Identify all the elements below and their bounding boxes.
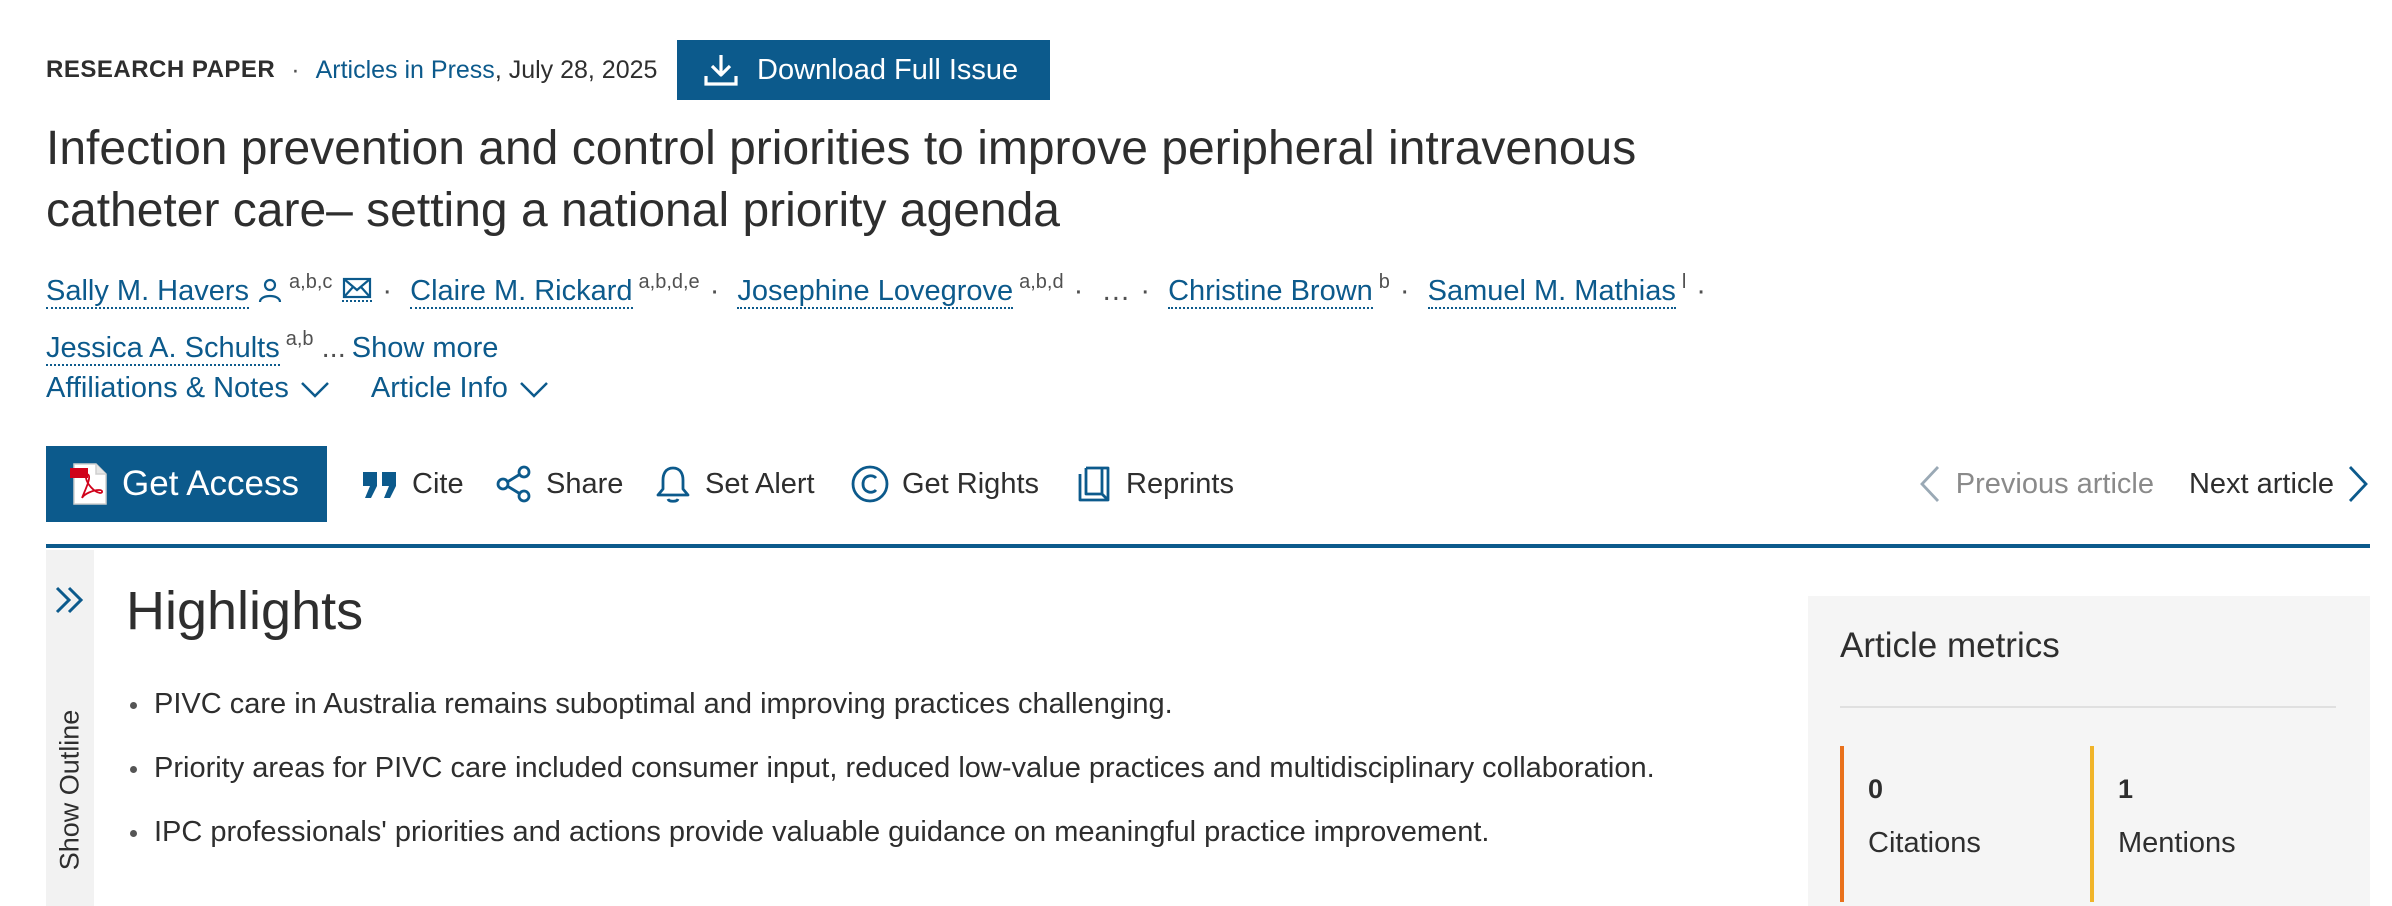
toolbar-divider bbox=[46, 544, 2370, 548]
author-link[interactable]: Josephine Lovegrove bbox=[737, 275, 1014, 309]
download-full-issue-label: Download Full Issue bbox=[757, 53, 1019, 86]
next-article-link[interactable]: Next article bbox=[2189, 446, 2370, 522]
author-affiliation: a,b bbox=[285, 328, 314, 350]
citations-metric[interactable]: 0 Citations bbox=[1840, 746, 2080, 902]
next-article-label: Next article bbox=[2188, 467, 2334, 500]
author-affiliation: b bbox=[1378, 271, 1390, 293]
quote-icon bbox=[363, 472, 396, 498]
publication-date: , July 28, 2025 bbox=[494, 55, 658, 84]
highlights-list: PIVC care in Australia remains suboptima… bbox=[126, 680, 1766, 872]
author-link[interactable]: Jessica A. Schults bbox=[46, 332, 280, 366]
mail-icon[interactable] bbox=[342, 276, 373, 302]
citations-count: 0 bbox=[1868, 774, 1884, 804]
reprints-label: Reprints bbox=[1126, 467, 1234, 500]
author-separator: · bbox=[709, 275, 720, 307]
authors-trailing-ellipsis: ... bbox=[321, 332, 346, 364]
author-list: Sally M. Havers a,b,c · Claire M. Rickard a… bbox=[46, 258, 1766, 372]
articles-in-press-link[interactable]: Articles in Press bbox=[316, 56, 495, 85]
chevron-down-icon bbox=[519, 381, 548, 398]
list-item: PIVC care in Australia remains suboptima… bbox=[126, 680, 1766, 744]
highlights-heading: Highlights bbox=[126, 581, 364, 641]
chevron-right-icon bbox=[2348, 466, 2368, 502]
share-icon bbox=[496, 465, 531, 503]
list-item: Priority areas for PIVC care included co… bbox=[126, 744, 1766, 808]
article-details-dropdowns: Affiliations & Notes Article Info bbox=[46, 372, 550, 405]
mentions-label: Mentions bbox=[2118, 827, 2236, 859]
previous-article-label: Previous article bbox=[1955, 467, 2154, 500]
author-separator: · bbox=[1399, 275, 1410, 307]
get-access-button[interactable]: Get Access bbox=[46, 446, 327, 522]
cite-button[interactable]: Cite bbox=[360, 446, 464, 522]
list-item: IPC professionals' priorities and action… bbox=[126, 808, 1766, 872]
author-affiliation: a,b,d,e bbox=[638, 271, 700, 293]
get-rights-label: Get Rights bbox=[902, 467, 1039, 500]
get-rights-button[interactable]: Get Rights bbox=[850, 446, 1039, 522]
reprints-icon bbox=[1078, 466, 1110, 502]
share-label: Share bbox=[546, 467, 624, 500]
citations-label: Citations bbox=[1868, 827, 1981, 859]
author-affiliation: a,b,d bbox=[1019, 271, 1064, 293]
article-metrics-panel: Article metrics 0 Citations 1 Mentions bbox=[1808, 596, 2370, 906]
copyright-icon bbox=[851, 465, 889, 503]
previous-article-link[interactable]: Previous article bbox=[1918, 446, 2154, 522]
download-icon bbox=[704, 55, 738, 86]
author-separator: · bbox=[1073, 275, 1084, 307]
author-separator: · bbox=[382, 275, 393, 307]
person-icon[interactable] bbox=[257, 277, 283, 303]
article-title: Infection prevention and control priorit… bbox=[46, 122, 1637, 237]
set-alert-label: Set Alert bbox=[705, 467, 815, 500]
author-affiliation: a,b,c bbox=[289, 271, 333, 293]
get-access-label: Get Access bbox=[122, 464, 300, 503]
affiliations-notes-toggle[interactable]: Affiliations & Notes bbox=[46, 372, 331, 405]
chevron-left-icon bbox=[1919, 466, 1939, 502]
author-affiliation: l bbox=[1681, 271, 1687, 293]
article-info-toggle[interactable]: Article Info bbox=[371, 372, 550, 405]
author-link[interactable]: Claire M. Rickard bbox=[410, 275, 633, 309]
set-alert-button[interactable]: Set Alert bbox=[653, 446, 815, 522]
pdf-icon bbox=[70, 463, 107, 505]
author-separator: · bbox=[1140, 275, 1151, 307]
article-type: RESEARCH PAPER bbox=[46, 56, 276, 83]
share-button[interactable]: Share bbox=[494, 446, 623, 522]
meta-separator: · bbox=[291, 55, 300, 84]
download-full-issue-button[interactable]: Download Full Issue bbox=[677, 40, 1050, 100]
mentions-metric[interactable]: 1 Mentions bbox=[2090, 746, 2330, 902]
show-outline-toggle[interactable]: Show Outline bbox=[46, 550, 94, 906]
affiliations-notes-label: Affiliations & Notes bbox=[46, 372, 289, 404]
author-separator: · bbox=[1696, 275, 1706, 307]
show-more-authors-button[interactable]: Show more bbox=[352, 332, 499, 364]
article-info-label: Article Info bbox=[370, 372, 508, 404]
authors-ellipsis: … bbox=[1101, 275, 1131, 307]
chevron-down-icon bbox=[300, 381, 329, 398]
author-link[interactable]: Samuel M. Mathias bbox=[1427, 275, 1676, 309]
show-outline-label: Show Outline bbox=[54, 709, 85, 871]
author-link[interactable]: Sally M. Havers bbox=[46, 275, 250, 309]
article-meta: RESEARCH PAPER · Articles in Press , Jul… bbox=[46, 40, 657, 100]
double-chevron-right-icon bbox=[55, 586, 84, 614]
mentions-count: 1 bbox=[2118, 774, 2134, 804]
article-toolbar: Get Access Cite Share Set Alert Get Righ… bbox=[46, 446, 2370, 542]
reprints-button[interactable]: Reprints bbox=[1074, 446, 1234, 522]
bell-icon bbox=[656, 466, 690, 503]
cite-label: Cite bbox=[412, 467, 464, 500]
author-link[interactable]: Christine Brown bbox=[1168, 275, 1373, 309]
article-metrics-heading: Article metrics bbox=[1840, 626, 2060, 665]
metrics-divider bbox=[1840, 706, 2336, 708]
